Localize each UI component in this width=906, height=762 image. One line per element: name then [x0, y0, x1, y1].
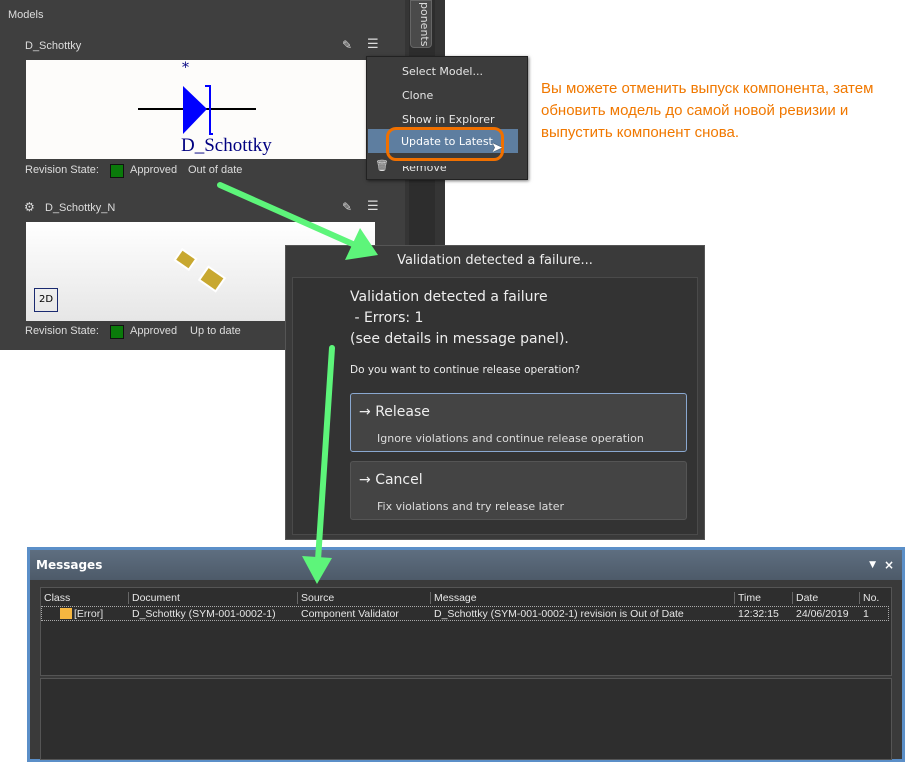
annotation-arrows: [217, 182, 378, 584]
arrow-to-dialog: [217, 182, 358, 248]
arrow-to-messages: [315, 345, 335, 563]
